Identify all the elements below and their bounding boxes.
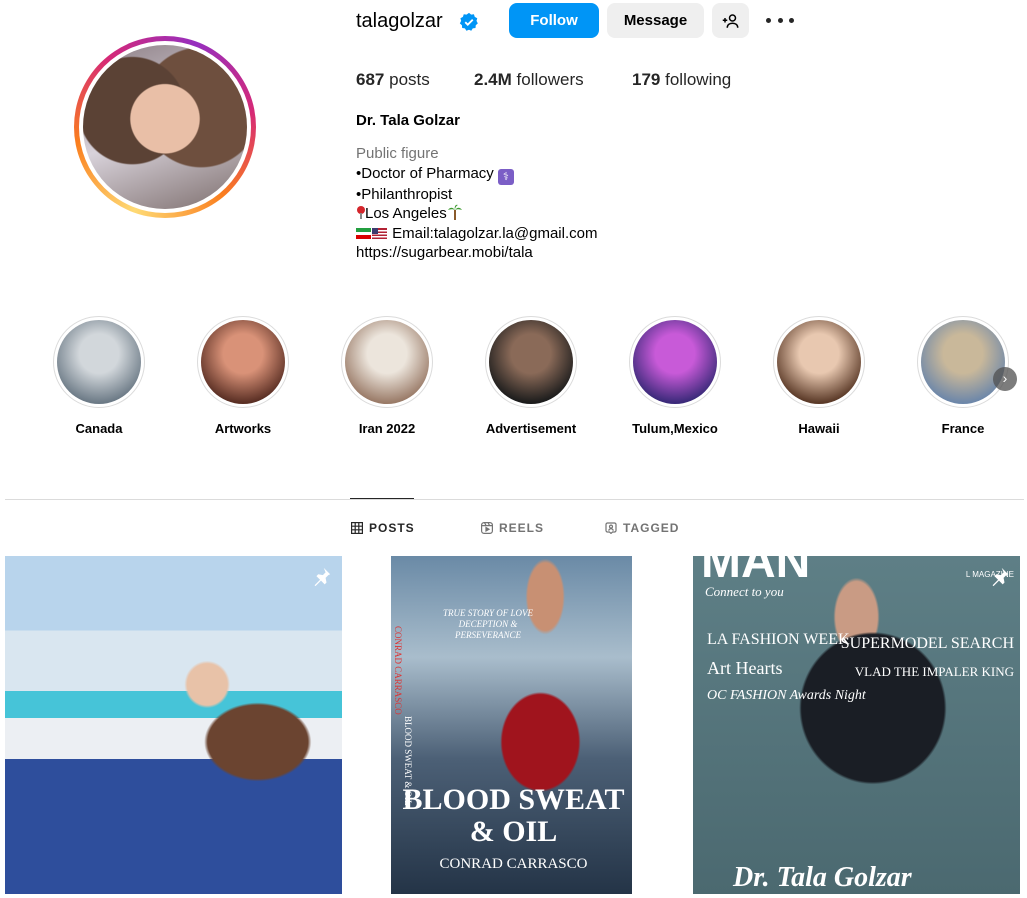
highlight-cover (921, 320, 1005, 404)
tab-tagged[interactable]: TAGGED (605, 521, 679, 535)
chevron-right-icon: › (1002, 370, 1008, 386)
highlight-cover (489, 320, 573, 404)
iran-flag-icon (356, 227, 371, 239)
tab-label: TAGGED (623, 521, 680, 535)
bio-line: Los Angeles (356, 204, 597, 224)
profile-bio: Public figure •Doctor of Pharmacy ⚕ •Phi… (356, 144, 597, 263)
post-thumbnail[interactable] (5, 556, 342, 894)
book-spine-author: CONRAD CARRASCO (393, 626, 403, 715)
bio-line: Email:talagolzar.la@gmail.com (356, 224, 597, 244)
highlight-cover (777, 320, 861, 404)
tab-label: REELS (499, 521, 545, 535)
suggest-users-button[interactable] (712, 3, 749, 38)
highlight-label: Artworks (214, 421, 272, 436)
highlight-cover (201, 320, 285, 404)
grid-icon (351, 522, 363, 534)
magazine-right-headlines: SUPERMODEL SEARCH VLAD THE IMPALER KING (841, 634, 1014, 682)
highlight-ring (917, 316, 1009, 408)
avatar-image (83, 45, 247, 209)
profile-username: talagolzar (356, 10, 443, 32)
followers-stat[interactable]: 2.4M followers (474, 70, 584, 90)
more-options-icon[interactable] (766, 10, 794, 30)
headline: SUPERMODEL SEARCH (840, 635, 1014, 652)
highlight-item[interactable]: Artworks (178, 316, 308, 436)
highlight-item[interactable]: Iran 2022 (322, 316, 452, 436)
profile-category: Public figure (356, 145, 439, 162)
reels-icon (481, 522, 493, 534)
bio-line: •Philanthropist (356, 185, 453, 203)
avatar-border (79, 41, 251, 213)
pinned-post-icon (992, 567, 1009, 587)
highlight-cover (345, 320, 429, 404)
bio-text: •Doctor of Pharmacy (356, 164, 494, 182)
following-count: 179 (632, 70, 661, 89)
highlight-label: Advertisement (485, 421, 577, 436)
profile-link[interactable]: https://sugarbear.mobi/tala (356, 243, 597, 263)
highlight-ring (341, 316, 433, 408)
book-author: CONRAD CARRASCO (439, 856, 588, 872)
post-thumbnail[interactable]: MAN Connect to you L MAGAZINE LA FASHION… (693, 556, 1020, 894)
magazine-subtitle: Connect to you (705, 584, 784, 599)
location-pin-icon (356, 206, 365, 220)
highlight-ring (197, 316, 289, 408)
profile-avatar[interactable] (74, 36, 256, 218)
highlight-cover (57, 320, 141, 404)
highlight-label: Hawaii (798, 421, 840, 436)
tab-reels[interactable]: REELS (481, 521, 544, 535)
posts-stat: 687 posts (356, 70, 430, 90)
highlight-label: Tulum,Mexico (632, 421, 718, 436)
highlight-ring (629, 316, 721, 408)
following-label: following (665, 70, 732, 89)
highlight-ring (773, 316, 865, 408)
highlight-item[interactable]: Tulum,Mexico (610, 316, 740, 436)
bio-line: •Doctor of Pharmacy ⚕ (356, 164, 597, 185)
palm-tree-icon (447, 204, 462, 221)
highlight-ring (53, 316, 145, 408)
posts-label: posts (389, 70, 430, 89)
follow-button[interactable]: Follow (509, 3, 599, 38)
posts-count: 687 (356, 70, 385, 89)
bio-email: Email:talagolzar.la@gmail.com (392, 224, 598, 242)
message-button[interactable]: Message (607, 3, 704, 38)
highlight-cover (633, 320, 717, 404)
highlight-item[interactable]: Hawaii (754, 316, 884, 436)
verified-badge-icon (459, 12, 478, 31)
bio-text: Los Angeles (365, 205, 447, 223)
profile-full-name: Dr. Tala Golzar (356, 112, 460, 129)
headline: OC FASHION Awards Night (707, 688, 866, 703)
highlight-ring (485, 316, 577, 408)
book-tagline: TRUE STORY OF LOVE DECEPTION & PERSEVERA… (443, 608, 533, 640)
magazine-cover-name: Dr. Tala Golzar (733, 862, 912, 893)
tabs-divider (5, 499, 1024, 500)
highlight-item[interactable]: Advertisement (466, 316, 596, 436)
tab-label: POSTS (369, 521, 415, 535)
highlight-label: Canada (75, 421, 123, 436)
following-stat[interactable]: 179 following (632, 70, 731, 90)
highlight-label: Iran 2022 (358, 421, 416, 436)
post-thumbnail[interactable]: TRUE STORY OF LOVE DECEPTION & PERSEVERA… (391, 556, 632, 894)
followers-count: 2.4M (474, 70, 512, 89)
highlight-label: France (941, 421, 985, 436)
headline: VLAD THE IMPALER KING (854, 664, 1014, 679)
followers-label: followers (516, 70, 584, 89)
active-tab-indicator (350, 498, 414, 499)
add-user-icon (722, 13, 738, 28)
highlights-next-button[interactable]: › (993, 367, 1017, 391)
highlight-item[interactable]: Canada (34, 316, 164, 436)
pinned-post-icon (314, 567, 331, 587)
tab-posts[interactable]: POSTS (351, 521, 415, 535)
tagged-icon (605, 522, 617, 534)
book-title: BLOOD SWEAT & OIL (402, 783, 625, 848)
us-flag-icon (372, 227, 387, 239)
pharmacy-icon: ⚕ (497, 168, 514, 185)
